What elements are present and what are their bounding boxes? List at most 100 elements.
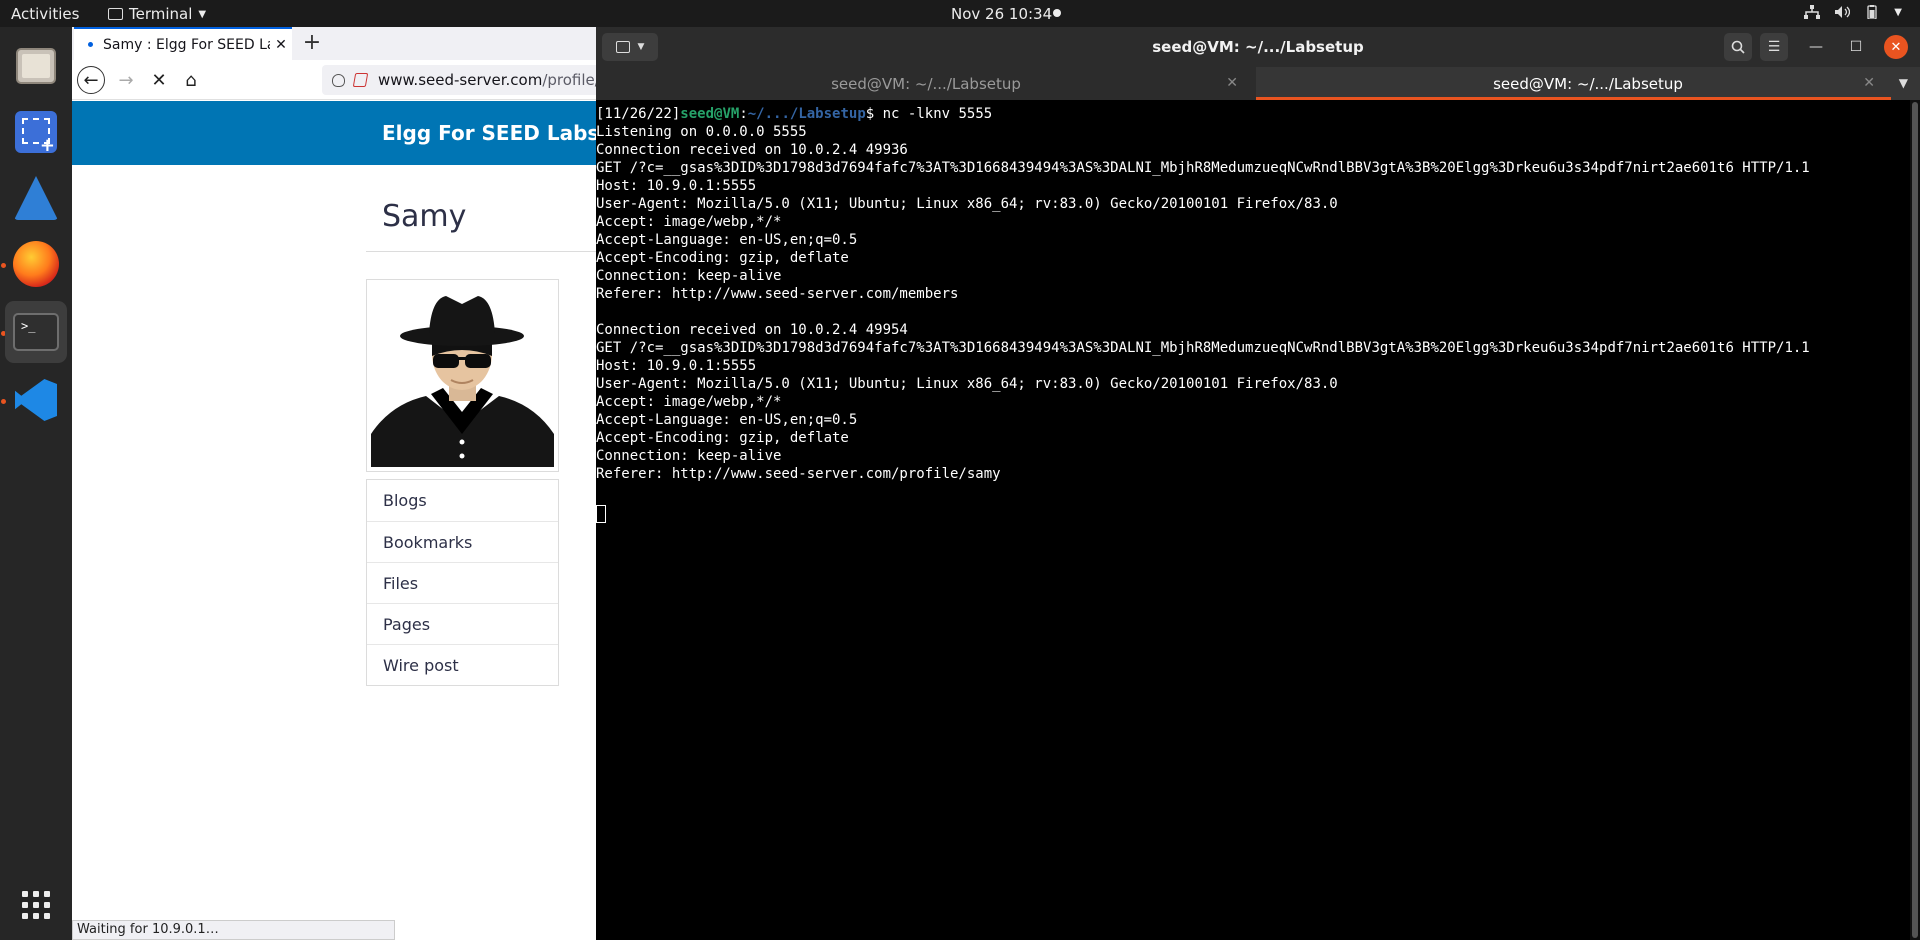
tab-close-icon[interactable]: ✕ — [270, 37, 292, 53]
output-line: User-Agent: Mozilla/5.0 (X11; Ubuntu; Li… — [596, 376, 1338, 392]
terminal-tab-1[interactable]: seed@VM: ~/.../Labsetup ✕ — [596, 67, 1256, 100]
search-icon — [1731, 40, 1745, 54]
terminal-app-icon — [108, 8, 123, 20]
page-content: Elgg For SEED Labs Samy Blogs Bookmarks … — [72, 101, 596, 940]
browser-tab-active[interactable]: Samy : Elgg For SEED Labs ✕ — [74, 27, 292, 60]
output-line: GET /?c=__gsas%3DID%3D1798d3d7694fafc7%3… — [596, 340, 1810, 356]
output-line: Referer: http://www.seed-server.com/prof… — [596, 466, 1001, 482]
menu-item-pages[interactable]: Pages — [367, 603, 558, 644]
output-line: Host: 10.9.0.1:5555 — [596, 358, 757, 374]
home-icon: ⌂ — [185, 69, 197, 91]
profile-name: Samy — [382, 199, 467, 234]
output-lines: Listening on 0.0.0.0 5555 Connection rece… — [596, 123, 1920, 501]
arrow-left-icon: ← — [83, 69, 99, 91]
terminal-window: ▼ seed@VM: ~/.../Labsetup ☰ — ☐ ✕ seed@V… — [596, 27, 1920, 940]
terminal-headerbar: ▼ seed@VM: ~/.../Labsetup ☰ — ☐ ✕ — [596, 27, 1920, 67]
dock-wireshark[interactable] — [5, 167, 67, 229]
hamburger-icon: ☰ — [1767, 39, 1781, 55]
prompt-path: ~/.../Labsetup — [747, 106, 866, 122]
site-brand[interactable]: Elgg For SEED Labs — [382, 121, 596, 145]
terminal-tab-2[interactable]: seed@VM: ~/.../Labsetup ✕ — [1256, 67, 1920, 100]
tab-close-icon[interactable]: ✕ — [1226, 75, 1238, 91]
shield-icon — [332, 73, 345, 87]
volume-icon — [1835, 6, 1851, 18]
output-line: Connection: keep-alive — [596, 448, 782, 464]
app-menu[interactable]: Terminal ▼ — [108, 5, 206, 23]
power-menu-chevron-icon: ▼ — [1894, 6, 1902, 18]
close-button[interactable]: ✕ — [1884, 35, 1908, 59]
system-tray[interactable]: ▼ — [1804, 5, 1902, 19]
output-line: Accept: image/webp,*/* — [596, 394, 782, 410]
menu-button[interactable]: ☰ — [1760, 33, 1788, 61]
back-button[interactable]: ← — [77, 66, 105, 94]
menu-item-bookmarks[interactable]: Bookmarks — [367, 521, 558, 562]
network-icon — [1804, 5, 1821, 19]
cursor-line — [596, 501, 1920, 523]
activities-button[interactable]: Activities — [11, 5, 79, 23]
prompt-user: seed@VM — [680, 106, 740, 122]
profile-avatar[interactable] — [366, 279, 559, 472]
menu-item-blogs[interactable]: Blogs — [367, 480, 558, 521]
files-icon — [16, 48, 56, 84]
menu-item-files[interactable]: Files — [367, 562, 558, 603]
close-icon: ✕ — [1890, 39, 1902, 55]
dock-files[interactable] — [5, 35, 67, 97]
wireshark-icon — [14, 176, 58, 220]
dock: >_ — [0, 27, 72, 940]
output-line: Connection: keep-alive — [596, 268, 782, 284]
window-title: seed@VM: ~/.../Labsetup — [1152, 38, 1364, 56]
output-line: Connection received on 10.0.2.4 49936 — [596, 142, 908, 158]
minimize-button[interactable]: — — [1804, 35, 1828, 59]
maximize-button[interactable]: ☐ — [1844, 35, 1868, 59]
vscode-icon — [15, 379, 57, 421]
menu-item-wire-post[interactable]: Wire post — [367, 644, 558, 685]
search-button[interactable] — [1724, 33, 1752, 61]
dock-firefox[interactable] — [5, 233, 67, 295]
tab-title: Samy : Elgg For SEED Labs — [103, 36, 270, 53]
tab-list-chevron-icon[interactable]: ▼ — [1899, 76, 1908, 90]
loading-icon — [88, 42, 93, 47]
close-icon: ✕ — [151, 69, 167, 91]
output-line: Accept-Language: en-US,en;q=0.5 — [596, 232, 858, 248]
browser-tab-bar: Samy : Elgg For SEED Labs ✕ + — [72, 27, 596, 60]
browser-navbar: ← → ✕ ⌂ www.seed-server.com/profile/samy — [72, 60, 596, 100]
home-button[interactable]: ⌂ — [177, 66, 205, 94]
url-bar[interactable]: www.seed-server.com/profile/samy — [322, 65, 596, 95]
url-domain: www.seed-server.com — [378, 71, 543, 89]
dock-vscode[interactable] — [5, 369, 67, 431]
firefox-icon — [13, 241, 59, 287]
maximize-icon: ☐ — [1849, 39, 1863, 55]
notification-dot-icon — [1053, 9, 1061, 17]
clock[interactable]: Nov 26 10:34 — [951, 5, 1052, 23]
output-line: Listening on 0.0.0.0 5555 — [596, 124, 807, 140]
prompt-date: [11/26/22] — [596, 106, 681, 122]
divider — [366, 251, 596, 252]
prompt-colon: : — [739, 106, 748, 122]
prompt-line: [11/26/22]seed@VM:~/.../Labsetup$ nc -lk… — [596, 105, 1920, 123]
forward-button[interactable]: → — [112, 66, 140, 94]
app-menu-label: Terminal — [129, 5, 193, 23]
battery-icon — [1867, 5, 1877, 19]
tab-close-icon[interactable]: ✕ — [1863, 75, 1875, 91]
chevron-down-icon: ▼ — [198, 8, 207, 20]
dock-screenshot[interactable] — [5, 101, 67, 163]
show-applications-button[interactable] — [5, 874, 67, 936]
terminal-icon: >_ — [13, 313, 59, 351]
screenshot-icon — [15, 111, 57, 156]
terminal-scrollbar[interactable] — [1910, 100, 1920, 940]
prompt-command: nc -lknv 5555 — [882, 106, 993, 122]
output-line: GET /?c=__gsas%3DID%3D1798d3d7694fafc7%3… — [596, 160, 1810, 176]
terminal-cursor — [596, 505, 606, 523]
minimize-icon: — — [1809, 39, 1823, 55]
top-bar: Activities Terminal ▼ Nov 26 10:34 ▼ — [0, 0, 1920, 27]
new-tab-button[interactable]: + — [299, 31, 325, 57]
output-line: Referer: http://www.seed-server.com/memb… — [596, 286, 959, 302]
stop-button[interactable]: ✕ — [145, 66, 173, 94]
arrow-right-icon: → — [118, 69, 134, 91]
terminal-output[interactable]: [11/26/22]seed@VM:~/.../Labsetup$ nc -lk… — [596, 100, 1920, 940]
firefox-window: Samy : Elgg For SEED Labs ✕ + ← → ✕ ⌂ ww… — [72, 27, 596, 940]
dock-terminal[interactable]: >_ — [5, 301, 67, 363]
avatar-image — [371, 284, 554, 467]
